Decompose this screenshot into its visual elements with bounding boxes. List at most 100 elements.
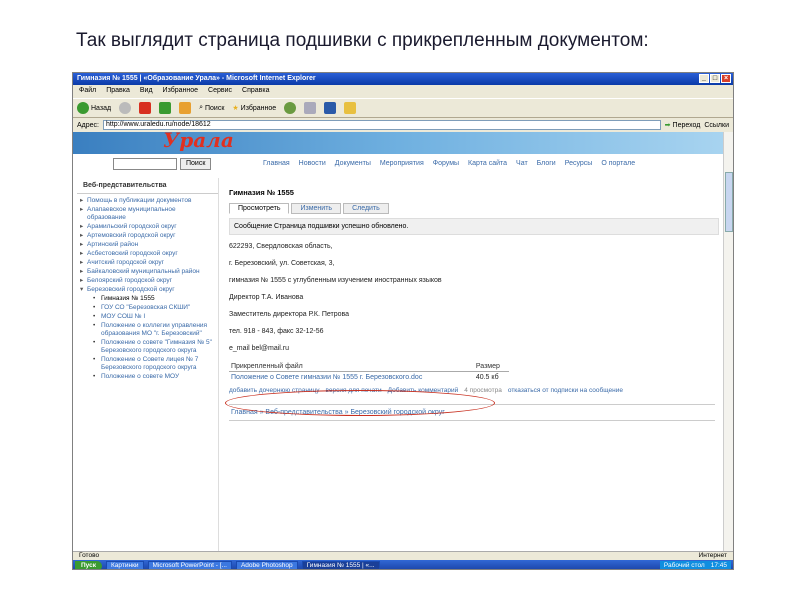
close-button[interactable]: × [721,74,731,83]
page-title: Гимназия № 1555 [229,188,294,197]
sidebar-item[interactable]: Помощь в публикации документов [79,197,216,205]
star-icon: ★ [232,105,239,112]
tab-track[interactable]: Следить [343,203,389,214]
menu-help[interactable]: Справка [242,87,269,96]
site-nav: Главная Новости Документы Мероприятия Фо… [263,160,635,167]
sidebar-item[interactable]: Белоярский городской округ [79,277,216,285]
vertical-scrollbar[interactable] [723,132,733,551]
magnifier-icon: ⌕ [199,104,203,111]
nav-events[interactable]: Мероприятия [380,160,424,167]
word-icon[interactable] [324,102,337,114]
attached-file-size: 40.5 кб [475,374,499,381]
sidebar-item[interactable]: Артинский район [79,241,216,249]
sidebar-heading: Веб-представительства [77,178,218,194]
nav-sitemap[interactable]: Карта сайта [468,160,507,167]
sidebar-subitem[interactable]: Положение о совете МОУ [79,373,216,381]
site-logo[interactable]: Урала [163,132,234,152]
nav-about[interactable]: О портале [601,160,635,167]
site-search-button[interactable]: Поиск [180,158,212,170]
highlight-oval [225,390,495,416]
tab-view[interactable]: Просмотреть [229,203,290,214]
site-search-input[interactable] [113,158,177,170]
status-zone: Интернет [698,552,727,559]
attached-file-link[interactable]: Положение о Совете гимназии № 1555 г. Бе… [229,372,474,384]
attachments-table: Прикрепленный файл Размер Положение о Со… [229,362,509,383]
table-row: Положение о Совете гимназии № 1555 г. Бе… [229,372,509,384]
sidebar-item[interactable]: Байкаловский муниципальный район [79,268,216,276]
forward-arrow-icon[interactable] [119,102,132,114]
menu-favorites[interactable]: Избранное [163,87,198,96]
search-button[interactable]: ⌕ Поиск [199,104,224,112]
nav-news[interactable]: Новости [299,160,326,167]
unsubscribe-link[interactable]: отказаться от подписки на сообщение [508,387,623,394]
address-line: г. Березовский, ул. Советская, 3, [229,260,335,267]
address-input[interactable]: http://www.uraledu.ru/node/18612 [102,120,661,130]
tab-edit[interactable]: Изменить [291,203,342,214]
file-column-header: Прикрепленный файл [229,362,474,372]
nav-forums[interactable]: Форумы [433,160,459,167]
sidebar-item[interactable]: Арамильский городской округ [79,223,216,231]
taskbar-item[interactable]: Картинки [106,561,144,569]
menu-tools[interactable]: Сервис [208,87,232,96]
sidebar-subitem[interactable]: Гимназия № 1555 [79,295,216,303]
view-count: 4 просмотра [464,387,502,394]
sidebar-subitem[interactable]: ГОУ СО "Березовская СКШИ" [79,304,216,312]
menu-view[interactable]: Вид [140,87,153,96]
minimize-button[interactable]: _ [699,74,709,83]
menu-bar: Файл Правка Вид Избранное Сервис Справка [73,86,733,97]
start-button[interactable]: Пуск [75,560,102,569]
nav-home[interactable]: Главная [263,160,290,167]
scroll-thumb[interactable] [725,172,733,232]
stop-icon[interactable] [139,102,152,114]
search-label: Поиск [204,104,225,112]
sidebar: Веб-представительства Помощь в публикаци… [77,178,219,551]
menu-file[interactable]: Файл [79,87,96,96]
window-titlebar: Гимназия № 1555 | «Образование Урала» - … [73,73,733,85]
status-left: Готово [79,552,100,559]
refresh-icon[interactable] [159,102,172,114]
favorites-button[interactable]: ★ Избранное [232,104,276,113]
sidebar-subitem[interactable]: МОУ СОШ № I [79,313,216,321]
nav-resources[interactable]: Ресурсы [565,160,593,167]
back-button[interactable]: Назад [77,102,111,114]
address-line: 622293, Свердловская область, [229,243,333,250]
nav-documents[interactable]: Документы [335,160,371,167]
mail-icon[interactable] [304,102,317,114]
address-bar: Адрес: http://www.uraledu.ru/node/18612 … [73,119,733,131]
nav-blogs[interactable]: Блоги [537,160,556,167]
main-content: Гимназия № 1555 Просмотреть Изменить Сле… [225,188,719,421]
taskbar: Пуск Картинки Microsoft PowerPoint - [..… [73,560,733,570]
home-icon[interactable] [179,102,192,114]
sidebar-item-berezovsky[interactable]: Березовский городской округ [79,286,216,294]
page-viewport: Урала Поиск Главная Новости Документы Ме… [73,132,725,551]
sidebar-item[interactable]: Ачитский городской округ [79,259,216,267]
media-icon[interactable] [284,102,297,114]
maximize-button[interactable]: □ [710,74,720,83]
menu-edit[interactable]: Правка [106,87,130,96]
folder-icon[interactable] [344,102,357,114]
site-search: Поиск [113,158,212,170]
back-arrow-icon [77,102,89,114]
desktop-label[interactable]: Рабочий стол [664,561,705,570]
school-name-line: гимназия № 1555 с углубленным изучением … [229,277,442,284]
taskbar-item[interactable]: Microsoft PowerPoint - [... [147,561,232,569]
taskbar-item-active[interactable]: Гимназия № 1555 | «... [301,561,380,569]
sidebar-item[interactable]: Алапаевское муниципальное образование [79,206,216,222]
browser-toolbar: Назад ⌕ Поиск ★ Избранное [73,98,733,118]
nav-chat[interactable]: Чат [516,160,528,167]
back-label: Назад [91,104,112,112]
taskbar-item[interactable]: Adobe Photoshop [235,561,298,569]
links-label[interactable]: Ссылки [704,122,729,129]
go-arrow-icon: ➡ [664,122,671,129]
browser-window: Гимназия № 1555 | «Образование Урала» - … [72,72,734,570]
clock: 17:45 [710,561,727,569]
slide-title: Так выглядит страница подшивки с прикреп… [76,30,649,51]
window-title: Гимназия № 1555 | «Образование Урала» - … [77,75,316,82]
sidebar-subitem[interactable]: Положение о совете "Гимназия № 5" Березо… [79,339,216,355]
sidebar-item[interactable]: Артемовский городской округ [79,232,216,240]
phone-line: тел. 918 - 843, факс 32-12-56 [229,328,324,335]
sidebar-subitem[interactable]: Положение о коллегии управления образова… [79,322,216,338]
go-button[interactable]: ➡ Переход [664,121,701,130]
sidebar-item[interactable]: Асбестовский городской округ [79,250,216,258]
sidebar-subitem[interactable]: Положение о Совете лицея № 7 Березовског… [79,356,216,372]
